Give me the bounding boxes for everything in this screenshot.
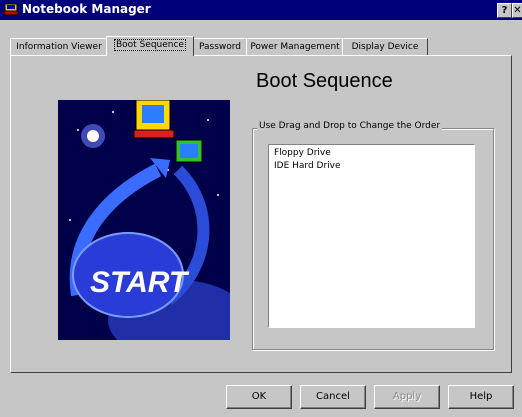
tab-information-viewer[interactable]: Information Viewer bbox=[10, 38, 108, 55]
tab-boot-sequence[interactable]: Boot Sequence bbox=[106, 36, 194, 56]
list-item-floppy-drive[interactable]: Floppy Drive bbox=[274, 148, 331, 158]
boot-illustration: START bbox=[58, 100, 230, 340]
cancel-button[interactable]: Cancel bbox=[300, 385, 366, 409]
ok-button[interactable]: OK bbox=[226, 385, 292, 409]
page-title: Boot Sequence bbox=[256, 70, 393, 92]
group-label: Use Drag and Drop to Change the Order bbox=[257, 121, 443, 131]
title-bar[interactable]: Notebook Manager ? ✕ bbox=[0, 0, 522, 20]
notebook-manager-window: Notebook Manager ? ✕ Information Viewer … bbox=[0, 0, 522, 417]
boot-order-list[interactable]: Floppy Drive IDE Hard Drive bbox=[268, 144, 475, 328]
notebook-icon bbox=[4, 3, 18, 16]
tab-label: Information Viewer bbox=[16, 42, 102, 52]
window-title: Notebook Manager bbox=[22, 2, 151, 16]
help-button[interactable]: Help bbox=[448, 385, 514, 409]
help-icon[interactable]: ? bbox=[497, 3, 512, 18]
start-label: START bbox=[90, 266, 190, 299]
tab-label: Password bbox=[198, 42, 242, 52]
close-icon[interactable]: ✕ bbox=[512, 3, 522, 18]
tab-power-management[interactable]: Power Management bbox=[246, 38, 344, 55]
list-item-ide-hard-drive[interactable]: IDE Hard Drive bbox=[274, 161, 341, 171]
apply-button[interactable]: Apply bbox=[374, 385, 440, 409]
tab-password[interactable]: Password bbox=[192, 38, 248, 55]
tab-label: Boot Sequence bbox=[114, 39, 186, 51]
tab-label: Power Management bbox=[250, 42, 340, 52]
tab-label: Display Device bbox=[351, 42, 419, 52]
tab-display-device[interactable]: Display Device bbox=[342, 38, 428, 55]
